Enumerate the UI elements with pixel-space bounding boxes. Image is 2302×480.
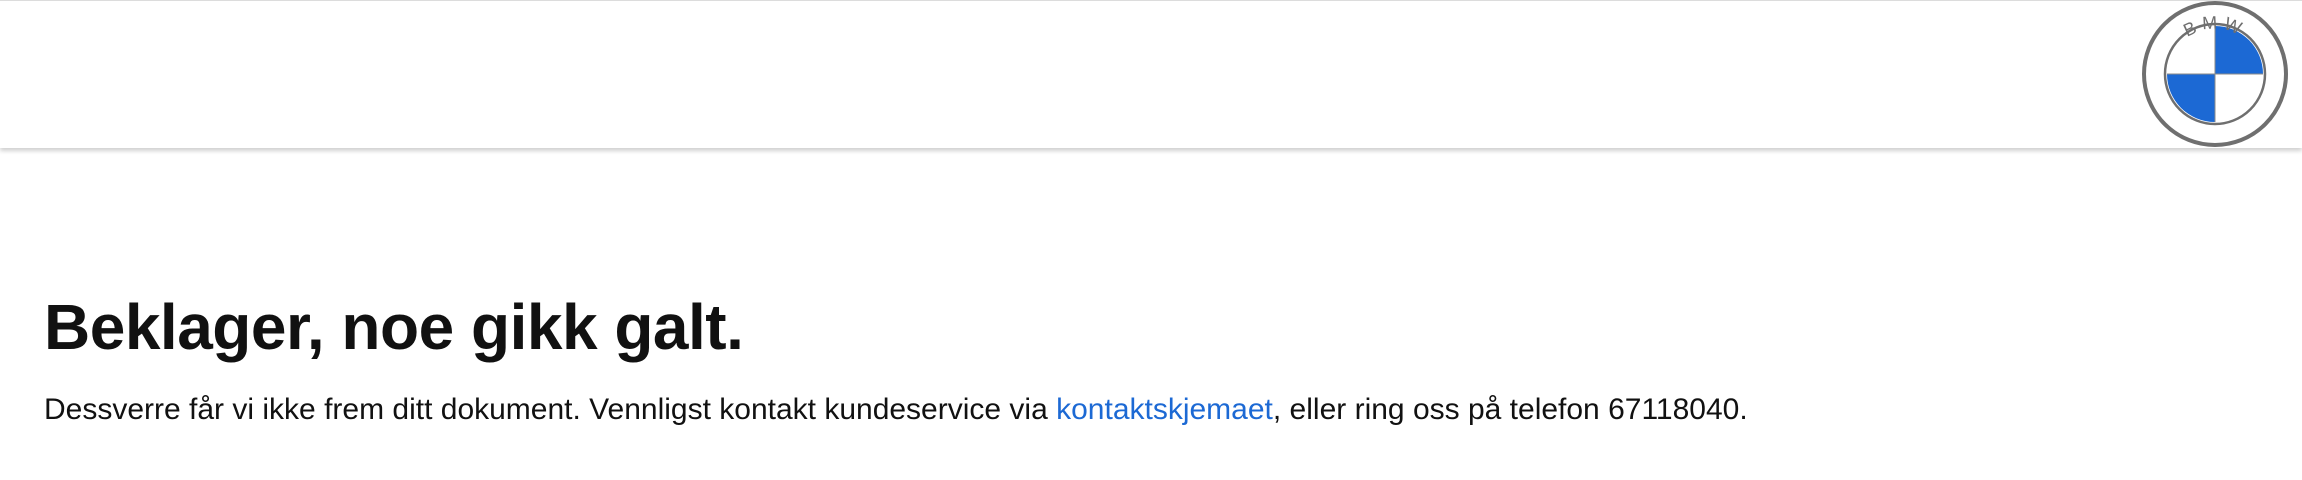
bmw-logo-icon: BMW [2142,1,2288,147]
error-message-before: Dessverre får vi ikke frem ditt dokument… [44,393,1057,426]
error-message-after: , eller ring oss på telefon 67118040. [1272,393,1748,426]
contact-form-link[interactable]: kontaktskjemaet [1056,393,1273,426]
error-content: Beklager, noe gikk galt. Dessverre får v… [44,290,2244,430]
error-title: Beklager, noe gikk galt. [44,291,744,363]
page: BMW Beklager, noe gikk galt. Dessverre f… [0,0,2302,480]
bmw-logo[interactable]: BMW [2142,1,2288,147]
site-header: BMW [0,0,2302,148]
error-message: Dessverre får vi ikke frem ditt dokument… [44,390,2244,430]
